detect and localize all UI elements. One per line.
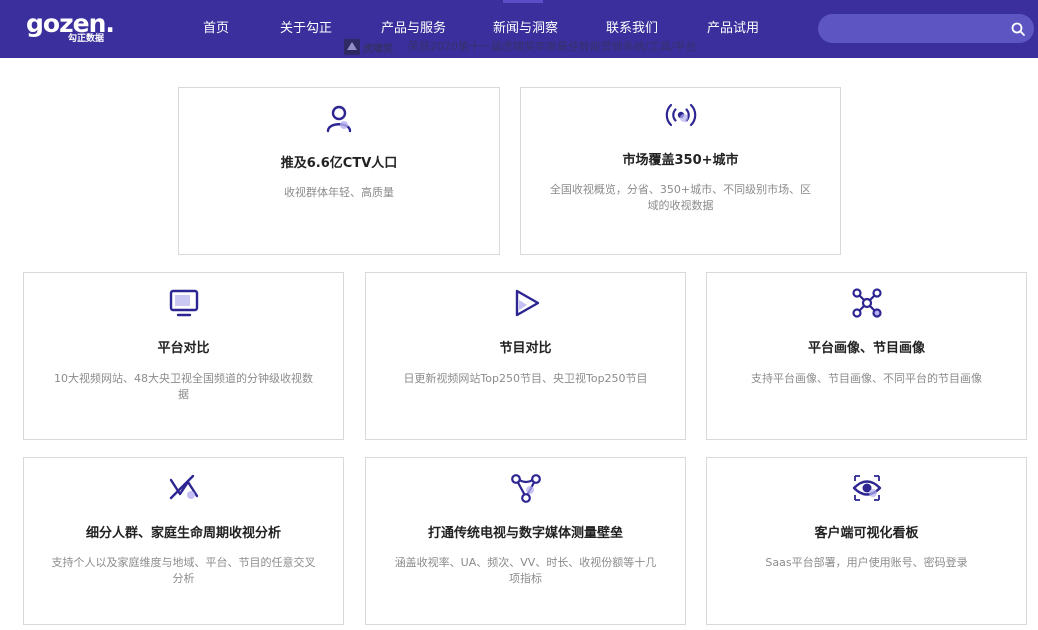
logo-subtitle: 勾正数据: [68, 34, 105, 44]
card-title: 细分人群、家庭生命周期收视分析: [85, 526, 281, 541]
trend-icon: [169, 474, 198, 500]
feature-card-profile: 平台画像、节目画像 支持平台画像、节目画像、不同平台的节目画像: [706, 272, 1027, 440]
nav-home[interactable]: 首页: [203, 19, 229, 39]
award-badge-name: 虎啸奖: [363, 44, 393, 55]
card-title: 客户端可视化看板: [814, 526, 919, 541]
award-badge-icon: [344, 39, 360, 55]
feature-card-audience-segment: 细分人群、家庭生命周期收视分析 支持个人以及家庭维度与地域、平台、节目的任意交叉…: [23, 457, 344, 625]
feature-card-dashboard: 客户端可视化看板 Saas平台部署，用户使用账号、密码登录: [706, 457, 1027, 625]
eye-icon: [852, 475, 881, 501]
card-description: 支持平台画像、节目画像、不同平台的节目画像: [751, 372, 982, 385]
card-description: 10大视频网站、48大央卫视全国频道的分钟级收视数据: [54, 372, 313, 401]
card-description: 日更新视频网站Top250节目、央卫视Top250节目: [403, 372, 648, 385]
card-description: 全国收视概览，分省、350+城市、不同级别市场、区域的收视数据: [549, 183, 812, 212]
card-title: 打通传统电视与数字媒体测量壁垒: [427, 526, 623, 541]
search-input[interactable]: [818, 14, 1034, 43]
feature-card-ctv-population: 推及6.6亿CTV人口 收视群体年轻、高质量: [178, 87, 500, 255]
nav-trial[interactable]: 产品试用: [707, 19, 759, 39]
connect-icon: [510, 474, 541, 503]
user-icon: [326, 105, 352, 133]
monitor-icon: [169, 289, 198, 317]
nav-products[interactable]: 产品与服务: [381, 19, 446, 39]
network-icon: [851, 288, 882, 318]
search-icon[interactable]: [1010, 21, 1026, 37]
card-description: 支持个人以及家庭维度与地域、平台、节目的任意交叉分析: [51, 556, 316, 585]
feature-card-program-compare: 节目对比 日更新视频网站Top250节目、央卫视Top250节目: [365, 272, 686, 440]
card-title: 平台画像、节目画像: [807, 341, 925, 356]
card-title: 平台对比: [157, 341, 210, 356]
feature-card-media-measure: 打通传统电视与数字媒体测量壁垒 涵盖收视率、UA、频次、VV、时长、收视份额等十…: [365, 457, 686, 625]
broadcast-icon: [665, 103, 696, 127]
feature-card-city-coverage: 市场覆盖350+城市 全国收视概览，分省、350+城市、不同级别市场、区域的收视…: [520, 87, 841, 255]
card-title: 市场覆盖350+城市: [622, 153, 739, 168]
card-description: 收视群体年轻、高质量: [284, 186, 394, 199]
nav-contact[interactable]: 联系我们: [606, 19, 658, 39]
play-icon: [515, 289, 539, 317]
card-title: 节目对比: [499, 341, 552, 356]
card-description: Saas平台部署，用户使用账号、密码登录: [765, 556, 968, 569]
award-text: 荣获2020第十一届虎啸奖年度最佳智能营销系统/工具/平台: [408, 40, 697, 53]
feature-card-platform-compare: 平台对比 10大视频网站、48大央卫视全国频道的分钟级收视数据: [23, 272, 344, 440]
card-description: 涵盖收视率、UA、频次、VV、时长、收视份额等十几项指标: [394, 556, 657, 585]
nav-about[interactable]: 关于勾正: [280, 19, 332, 39]
nav-news[interactable]: 新闻与洞察: [493, 0, 558, 39]
card-title: 推及6.6亿CTV人口: [280, 156, 398, 171]
gozen-logo[interactable]: gozen. 勾正数据: [26, 10, 115, 46]
